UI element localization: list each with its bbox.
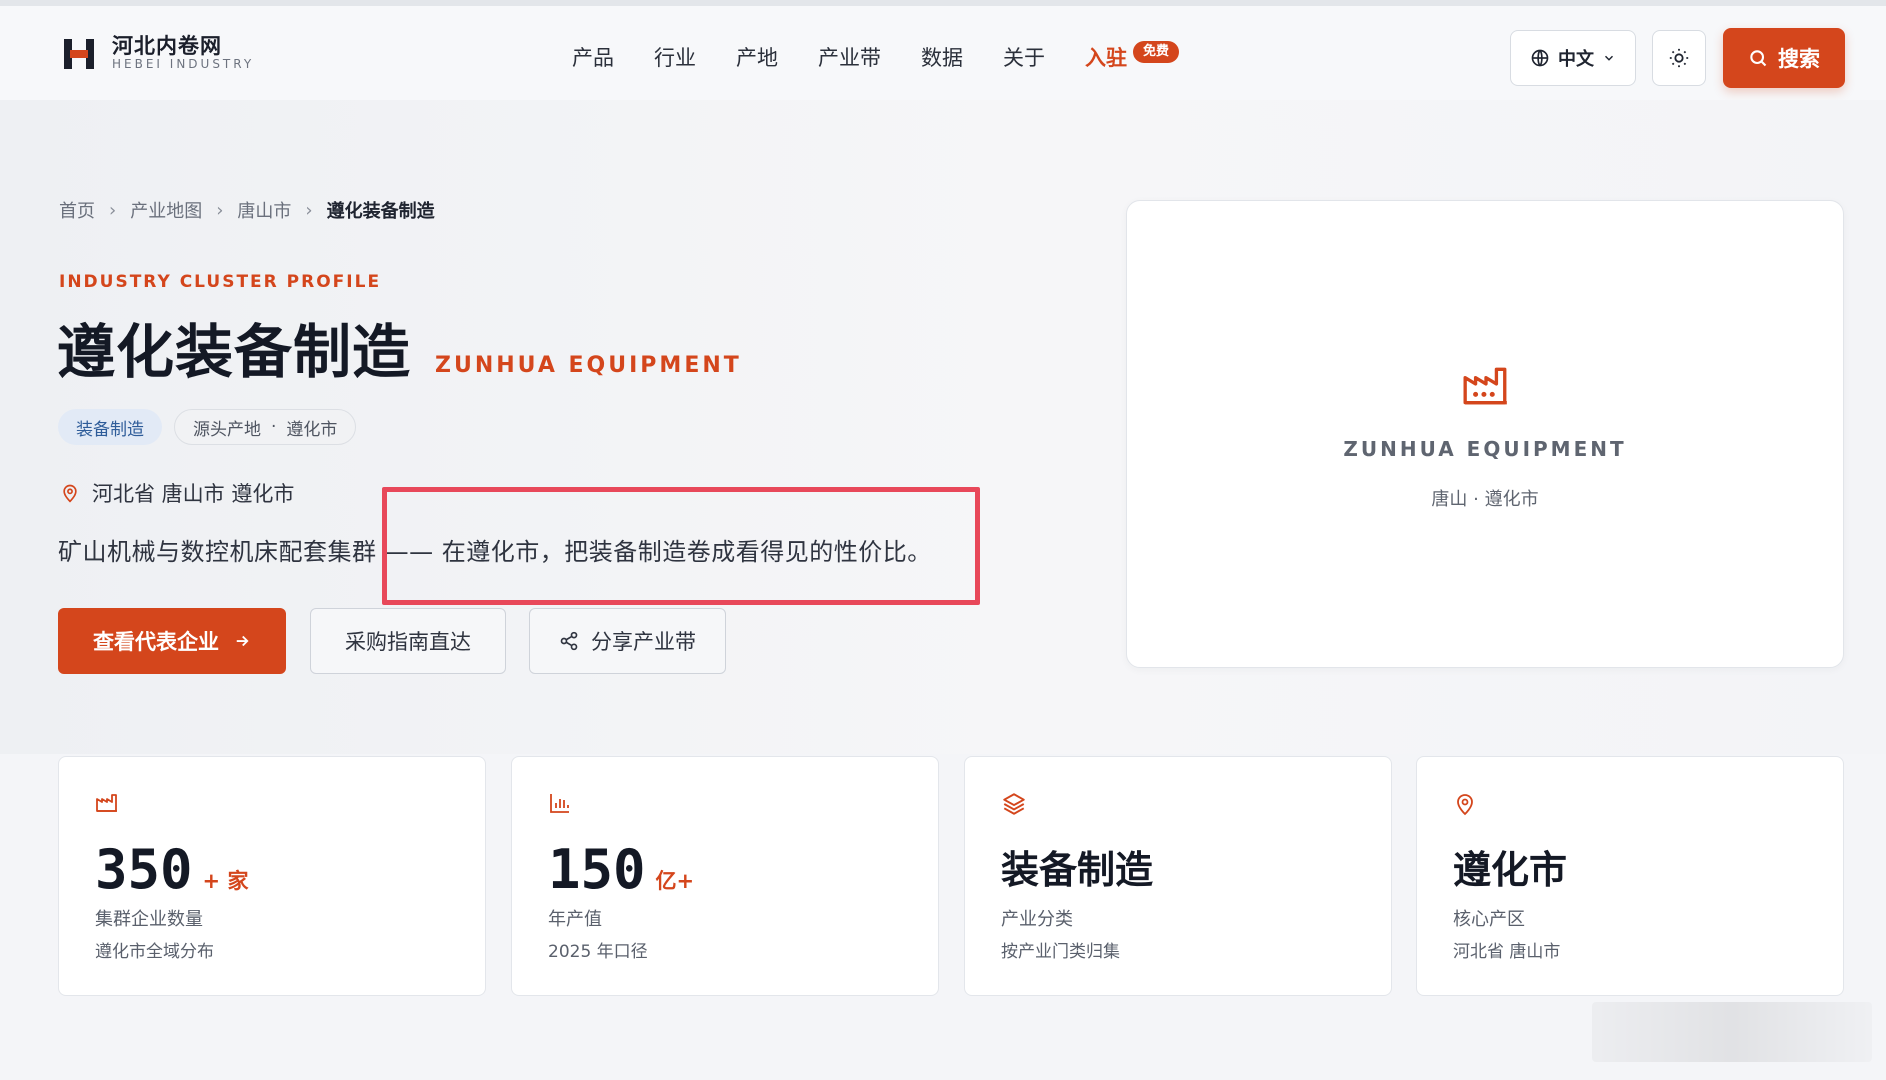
share-cluster-button[interactable]: 分享产业带 — [529, 608, 726, 674]
stat-unit: 亿+ — [655, 869, 695, 893]
factory-icon — [1463, 367, 1507, 405]
stat-label: 核心产区 — [1453, 909, 1525, 930]
card-location: 唐山 · 遵化市 — [1127, 485, 1843, 511]
language-selector[interactable]: 中文 — [1510, 30, 1636, 86]
search-button[interactable]: 搜索 — [1723, 28, 1845, 88]
stat-card-category: 装备制造 产业分类 按产业门类归集 — [964, 756, 1392, 996]
brand-name-cn: 河北内卷网 — [112, 34, 222, 58]
purchase-guide-label: 采购指南直达 — [345, 630, 471, 654]
page-title-row: 遵化装备制造 ZUNHUA EQUIPMENT — [57, 318, 742, 386]
nav-item-products[interactable]: 产品 — [572, 44, 614, 72]
stat-card-region: 遵化市 核心产区 河北省 唐山市 — [1416, 756, 1844, 996]
factory-icon — [96, 794, 117, 812]
stat-value: 装备制造 — [1001, 837, 1153, 903]
cluster-image-card: ZUNHUA EQUIPMENT 唐山 · 遵化市 — [1126, 200, 1844, 668]
stat-label: 年产值 — [548, 909, 602, 930]
logo-h-icon — [62, 37, 96, 71]
arrow-right-icon — [236, 635, 249, 647]
nav-item-clusters[interactable]: 产业带 — [818, 44, 881, 72]
location-text: 河北省 唐山市 遵化市 — [92, 482, 295, 506]
stat-sublabel: 遵化市全域分布 — [95, 942, 214, 962]
stat-number: 150 — [548, 838, 646, 901]
layers-icon — [1003, 793, 1025, 815]
card-location-city: 唐山 — [1431, 489, 1468, 510]
stat-card-output: 150 亿+ 年产值 2025 年口径 — [511, 756, 939, 996]
dot-separator: · — [1473, 489, 1485, 510]
purchase-guide-button[interactable]: 采购指南直达 — [310, 608, 506, 674]
share-icon — [560, 631, 578, 651]
breadcrumb-current: 遵化装备制造 — [326, 201, 435, 222]
brand-name-en: HEBEI INDUSTRY — [112, 57, 255, 71]
breadcrumb-separator-icon: › — [109, 199, 117, 221]
nav-item-data[interactable]: 数据 — [921, 44, 963, 72]
nav-item-industries[interactable]: 行业 — [654, 44, 696, 72]
category-tag[interactable]: 装备制造 — [58, 409, 162, 445]
highlight-annotation-box — [382, 487, 980, 605]
free-badge: 免费 — [1133, 41, 1180, 63]
share-cluster-label: 分享产业带 — [591, 630, 696, 654]
stat-card-companies: 350 + 家 集群企业数量 遵化市全域分布 — [58, 756, 486, 996]
globe-icon — [1531, 49, 1549, 67]
location-line: 河北省 唐山市 遵化市 — [60, 478, 294, 508]
theme-toggle-button[interactable] — [1652, 30, 1706, 86]
stat-word: 遵化市 — [1453, 848, 1568, 892]
section-eyebrow: INDUSTRY CLUSTER PROFILE — [59, 272, 382, 292]
nav-item-about[interactable]: 关于 — [1003, 44, 1045, 72]
logo-text: 河北内卷网 HEBEI INDUSTRY — [112, 36, 254, 71]
bar-chart-icon — [550, 794, 569, 813]
page-title-en: ZUNHUA EQUIPMENT — [435, 353, 742, 378]
site-header: 河北内卷网 HEBEI INDUSTRY 产品 行业 产地 产业带 数据 关于 … — [0, 6, 1886, 100]
tag-list: 装备制造 源头产地 · 遵化市 — [58, 409, 357, 445]
view-companies-button[interactable]: 查看代表企业 — [58, 608, 286, 674]
map-pin-icon — [63, 484, 77, 503]
page-title: 遵化装备制造 — [57, 318, 412, 386]
language-label: 中文 — [1558, 49, 1594, 70]
origin-tag[interactable]: 源头产地 · 遵化市 — [174, 409, 357, 445]
stat-label: 集群企业数量 — [95, 909, 203, 930]
stat-sublabel: 按产业门类归集 — [1001, 942, 1120, 962]
search-icon — [1750, 50, 1767, 67]
sun-icon — [1669, 48, 1689, 68]
stat-value: 150 亿+ — [548, 837, 694, 903]
breadcrumb-industry-map[interactable]: 产业地图 — [130, 197, 202, 223]
stat-number: 350 — [95, 838, 193, 901]
stat-sublabel: 2025 年口径 — [548, 942, 648, 962]
stat-value: 350 + 家 — [95, 837, 248, 903]
stat-sublabel: 河北省 唐山市 — [1453, 942, 1561, 962]
stat-value: 遵化市 — [1453, 837, 1567, 903]
stat-unit: + 家 — [202, 869, 249, 893]
stat-word: 装备制造 — [1001, 848, 1154, 892]
card-title-en: ZUNHUA EQUIPMENT — [1343, 437, 1627, 461]
logo[interactable]: 河北内卷网 HEBEI INDUSTRY — [62, 36, 254, 71]
chevron-down-icon — [1604, 55, 1614, 61]
breadcrumb: 首页 › 产业地图 › 唐山市 › 遵化装备制造 — [59, 197, 435, 223]
breadcrumb-city[interactable]: 唐山市 — [237, 197, 291, 223]
origin-tag-label: 源头产地 — [193, 419, 261, 440]
origin-tag-city: 遵化市 — [286, 419, 338, 440]
watermark-blur — [1592, 1002, 1872, 1062]
nav-item-join[interactable]: 入驻 — [1085, 44, 1127, 72]
stat-label: 产业分类 — [1001, 909, 1073, 930]
dot-separator: · — [271, 417, 277, 437]
breadcrumb-separator-icon: › — [216, 199, 224, 221]
nav-item-origins[interactable]: 产地 — [736, 44, 778, 72]
breadcrumb-home[interactable]: 首页 — [59, 197, 95, 223]
breadcrumb-separator-icon: › — [305, 199, 313, 221]
search-label: 搜索 — [1778, 47, 1820, 71]
main-nav: 产品 行业 产地 产业带 数据 关于 入驻 免费 — [572, 41, 1180, 72]
map-pin-icon — [1457, 794, 1473, 816]
card-location-district: 遵化市 — [1484, 489, 1539, 510]
view-companies-label: 查看代表企业 — [93, 630, 219, 654]
